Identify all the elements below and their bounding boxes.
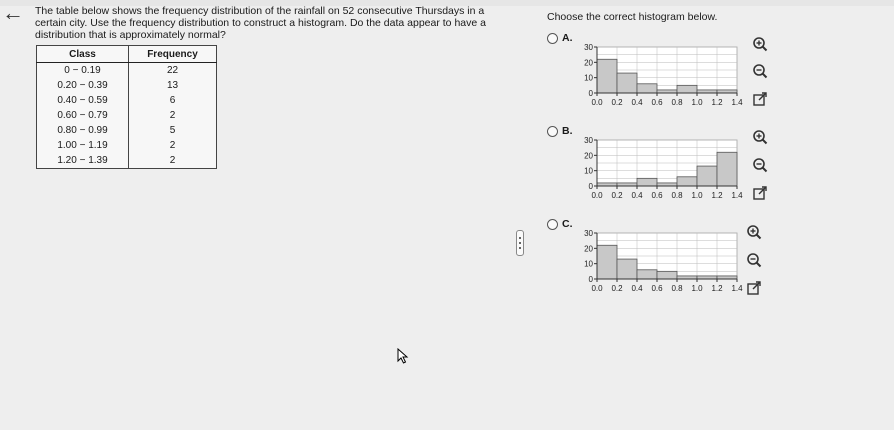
x-tick-label: 0.2 [611, 98, 623, 107]
zoom-in-icon[interactable] [752, 36, 768, 52]
x-tick-label: 0.0 [591, 284, 603, 293]
table-row: 0 − 0.19 22 [36, 62, 217, 78]
x-tick-label: 0.0 [591, 191, 603, 200]
option-c[interactable]: C. 0 10 20 30 0.0 0.2 0.4 0.6 0.8 1.0 1.2 1.4 [547, 218, 767, 309]
frequency-cell: 13 [128, 78, 217, 93]
x-tick-label: 0.4 [631, 191, 643, 200]
histogram-bar [676, 176, 698, 187]
zoom-out-icon[interactable] [752, 157, 768, 173]
y-tick-label: 20 [584, 58, 593, 67]
table-row: 1.00 − 1.19 2 [36, 138, 217, 153]
histogram-bar [616, 72, 638, 94]
class-cell: 0.40 − 0.59 [36, 93, 129, 108]
y-tick-label: 30 [584, 43, 593, 52]
option-a[interactable]: A. 0 10 20 30 0.0 0.2 0.4 0.6 0.8 1.0 1.2 1.4 [547, 32, 767, 123]
back-arrow-icon[interactable]: ← [2, 2, 24, 24]
histogram-bar [596, 244, 618, 280]
histogram-bar [676, 84, 698, 94]
class-cell: 0.20 − 0.39 [36, 78, 129, 93]
frequency-header: Frequency [128, 45, 217, 63]
x-tick-label: 0.4 [631, 98, 643, 107]
frequency-cell: 6 [128, 93, 217, 108]
expand-icon[interactable] [752, 185, 768, 201]
histogram-bar [636, 269, 658, 280]
frequency-cell: 5 [128, 123, 217, 138]
histogram-c: 0 10 20 30 0.0 0.2 0.4 0.6 0.8 1.0 1.2 1.4 [584, 229, 743, 293]
y-tick-label: 30 [584, 136, 593, 145]
histogram-b: 0 10 20 30 0.0 0.2 0.4 0.6 0.8 1.0 1.2 1.4 [584, 136, 743, 200]
expand-icon[interactable] [746, 280, 762, 296]
x-tick-label: 0.8 [671, 98, 683, 107]
table-row: 1.20 − 1.39 2 [36, 153, 217, 169]
x-tick-label: 1.2 [711, 284, 723, 293]
histogram-bar [696, 165, 718, 187]
x-tick-label: 1.2 [711, 191, 723, 200]
x-tick-label: 1.4 [731, 284, 743, 293]
panel-resize-handle[interactable] [516, 230, 524, 256]
y-tick-label: 0 [589, 182, 594, 191]
table-row: 0.40 − 0.59 6 [36, 93, 217, 108]
class-header: Class [36, 45, 129, 63]
class-cell: 0 − 0.19 [36, 62, 129, 78]
zoom-out-icon[interactable] [746, 252, 762, 268]
x-tick-label: 0.6 [651, 98, 663, 107]
x-tick-label: 0.2 [611, 284, 623, 293]
frequency-cell: 2 [128, 138, 217, 153]
x-tick-label: 0.0 [591, 98, 603, 107]
y-tick-label: 0 [589, 275, 594, 284]
class-cell: 0.60 − 0.79 [36, 108, 129, 123]
zoom-in-icon[interactable] [746, 224, 762, 240]
table-row: 0.20 − 0.39 13 [36, 78, 217, 93]
histogram-bar [716, 151, 738, 187]
x-tick-label: 0.6 [651, 284, 663, 293]
answer-prompt: Choose the correct histogram below. [547, 11, 718, 23]
histogram-bar [636, 83, 658, 94]
frequency-cell: 2 [128, 153, 217, 169]
zoom-in-icon[interactable] [752, 129, 768, 145]
x-tick-label: 1.0 [691, 191, 703, 200]
histogram-bar [636, 177, 658, 187]
x-tick-label: 1.0 [691, 98, 703, 107]
option-b[interactable]: B. 0 10 20 30 0.0 0.2 0.4 0.6 0.8 1.0 1.2 1.4 [547, 125, 767, 216]
y-tick-label: 20 [584, 151, 593, 160]
x-tick-label: 0.8 [671, 191, 683, 200]
x-tick-label: 0.4 [631, 284, 643, 293]
y-tick-label: 10 [584, 260, 593, 269]
x-tick-label: 0.2 [611, 191, 623, 200]
y-tick-label: 10 [584, 74, 593, 83]
frequency-table: Class Frequency 0 − 0.19 22 0.20 − 0.39 13… [36, 45, 217, 169]
y-tick-label: 0 [589, 89, 594, 98]
y-tick-label: 10 [584, 167, 593, 176]
histogram-bar [616, 258, 638, 280]
class-cell: 1.20 − 1.39 [36, 153, 129, 169]
frequency-cell: 2 [128, 108, 217, 123]
question-text: The table below shows the frequency dist… [35, 5, 486, 41]
class-cell: 0.80 − 0.99 [36, 123, 129, 138]
x-tick-label: 1.4 [731, 98, 743, 107]
x-tick-label: 1.4 [731, 191, 743, 200]
x-tick-label: 0.6 [651, 191, 663, 200]
expand-icon[interactable] [752, 91, 768, 107]
x-tick-label: 0.8 [671, 284, 683, 293]
table-row: 0.60 − 0.79 2 [36, 108, 217, 123]
x-tick-label: 1.2 [711, 98, 723, 107]
frequency-cell: 22 [128, 62, 217, 78]
histogram-bar [656, 270, 678, 280]
x-tick-label: 1.0 [691, 284, 703, 293]
y-tick-label: 20 [584, 244, 593, 253]
mouse-cursor-icon [397, 348, 409, 364]
table-row: 0.80 − 0.99 5 [36, 123, 217, 138]
class-cell: 1.00 − 1.19 [36, 138, 129, 153]
zoom-out-icon[interactable] [752, 63, 768, 79]
y-tick-label: 30 [584, 229, 593, 238]
histogram-a: 0 10 20 30 0.0 0.2 0.4 0.6 0.8 1.0 1.2 1.4 [584, 43, 743, 107]
histogram-bar [596, 58, 618, 94]
